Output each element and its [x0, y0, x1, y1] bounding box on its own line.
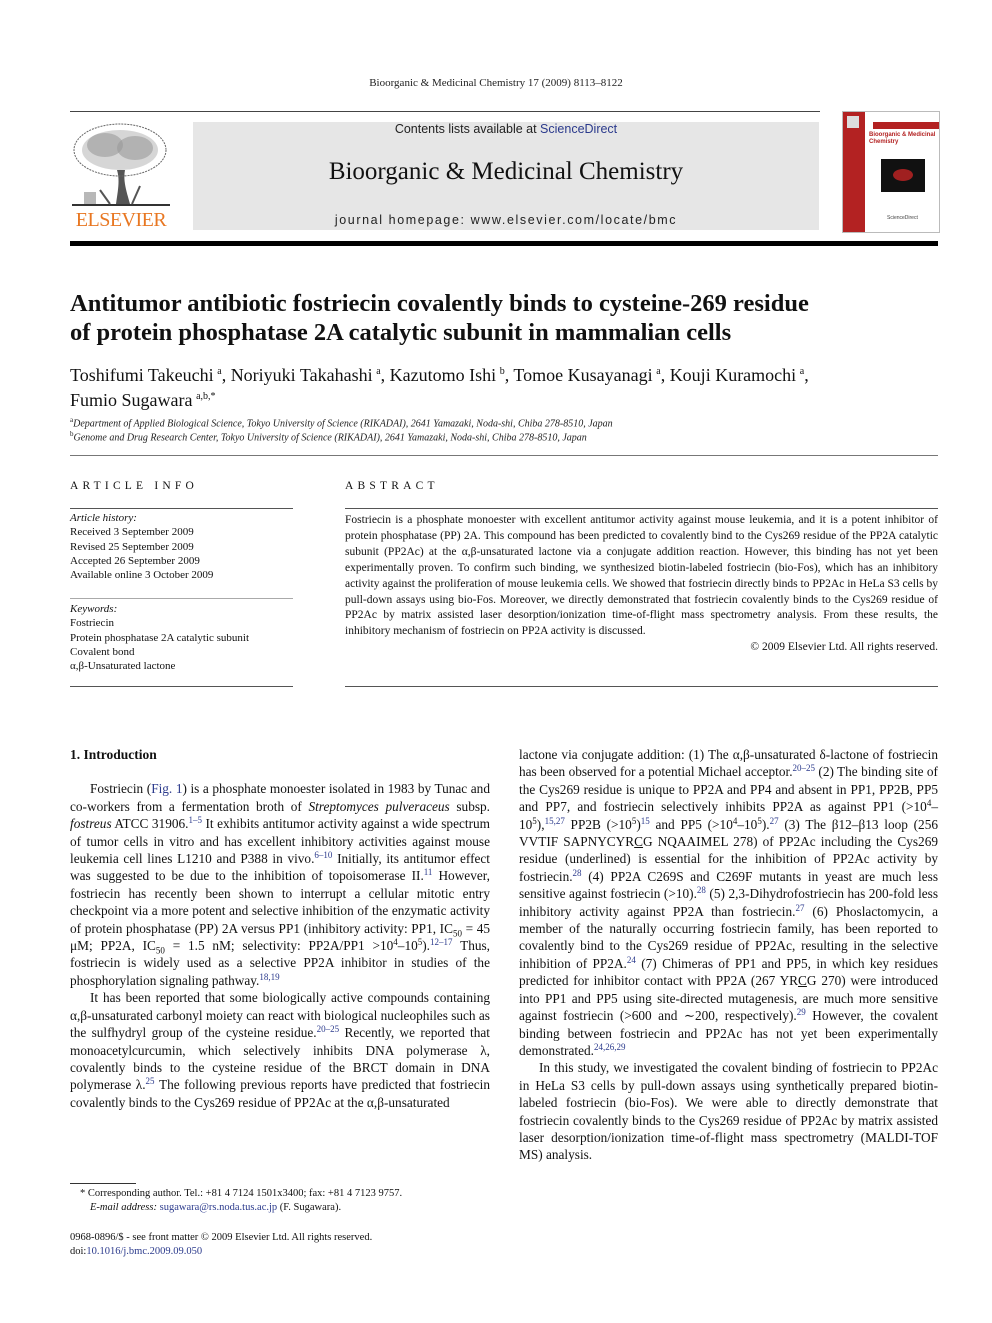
- paragraph-1: Fostriecin (Fig. 1) is a phosphate monoe…: [70, 781, 490, 988]
- keywords: Keywords: Fostriecin Protein phosphatase…: [70, 602, 300, 673]
- tree-icon: [72, 123, 170, 206]
- keyword-item: Protein phosphatase 2A catalytic subunit: [70, 631, 250, 644]
- affiliation-b: bGenome and Drug Research Center, Tokyo …: [70, 430, 587, 444]
- citation-link[interactable]: 1–5: [188, 815, 202, 825]
- section-rule: [70, 455, 938, 456]
- citation-link[interactable]: 15: [641, 816, 650, 826]
- author-affiliation-marker: a,b,*: [196, 391, 216, 402]
- abstract-heading: ABSTRACT: [345, 480, 439, 492]
- keywords-label: Keywords:: [70, 603, 118, 615]
- history-item: Revised 25 September 2009: [70, 540, 194, 553]
- cover-image: [881, 159, 925, 192]
- author-name[interactable]: Kazutomo Ishi: [390, 365, 496, 385]
- author-name[interactable]: Fumio Sugawara: [70, 390, 192, 410]
- citation-link[interactable]: 20–25: [317, 1024, 340, 1034]
- keywords-rule: [70, 598, 293, 599]
- article-info-heading: ARTICLE INFO: [70, 480, 198, 492]
- author-name[interactable]: Noriyuki Takahashi: [231, 365, 373, 385]
- citation-link[interactable]: 29: [797, 1007, 806, 1017]
- section-heading-introduction: 1. Introduction: [70, 747, 157, 762]
- footnote-text: Corresponding author. Tel.: +81 4 7124 1…: [87, 1188, 403, 1199]
- paragraph-2-continued: lactone via conjugate addition: (1) The …: [519, 747, 939, 1058]
- keyword-item: Fostriecin: [70, 617, 114, 630]
- doi-line: doi:10.1016/j.bmc.2009.09.050: [70, 1246, 203, 1257]
- citation-link[interactable]: 12–17: [430, 937, 453, 947]
- citation-link[interactable]: 15,27: [545, 816, 565, 826]
- keyword-item: α,β-Unsaturated lactone: [70, 660, 176, 673]
- front-matter: 0968-0896/$ - see front matter © 2009 El…: [70, 1231, 500, 1259]
- abstract-rule: [345, 508, 938, 509]
- elsevier-tree-icon: [847, 116, 859, 128]
- figure-1-link[interactable]: Fig. 1: [151, 781, 182, 796]
- citation-link[interactable]: 25: [146, 1076, 155, 1086]
- abstract-text: Fostriecin is a phosphate monoester with…: [345, 514, 938, 638]
- body-column-right: lactone via conjugate addition: (1) The …: [519, 746, 938, 1164]
- paragraph-2: It has been reported that some biologica…: [70, 990, 491, 1110]
- footnote: * Corresponding author. Tel.: +81 4 7124…: [80, 1188, 403, 1213]
- article-history-label: Article history:: [70, 512, 137, 524]
- abstract-bottom-rule: [345, 686, 938, 687]
- citation-link[interactable]: 28: [697, 885, 706, 895]
- history-item: Available online 3 October 2009: [70, 569, 214, 582]
- author-separator: ,: [660, 365, 670, 385]
- citation-link[interactable]: 27: [770, 816, 779, 826]
- footnote-rule: [70, 1183, 136, 1184]
- keyword-item: Covalent bond: [70, 645, 135, 658]
- citation-link[interactable]: 24: [627, 955, 636, 965]
- citation-link[interactable]: 20–25: [793, 763, 816, 773]
- header-rule: [70, 111, 820, 112]
- elsevier-wordmark: ELSEVIER: [75, 209, 167, 231]
- author-name[interactable]: Kouji Kuramochi: [670, 365, 796, 385]
- article-info-rule: [70, 508, 293, 509]
- journal-cover-thumbnail[interactable]: Bioorganic & Medicinal Chemistry Science…: [842, 111, 940, 233]
- email-link[interactable]: sugawara@rs.noda.tus.ac.jp: [160, 1202, 278, 1213]
- sciencedirect-link[interactable]: ScienceDirect: [540, 122, 617, 136]
- journal-homepage-link[interactable]: journal homepage: www.elsevier.com/locat…: [193, 213, 819, 227]
- journal-title: Bioorganic & Medicinal Chemistry: [328, 158, 684, 185]
- article-title: Antitumor antibiotic fostriecin covalent…: [70, 290, 809, 346]
- citation-link[interactable]: 24,26,29: [594, 1042, 626, 1052]
- citation-link[interactable]: 6–10: [314, 850, 332, 860]
- author-separator: ,: [221, 365, 231, 385]
- abstract-copyright: © 2009 Elsevier Ltd. All rights reserved…: [750, 641, 938, 654]
- cover-stripe: [843, 112, 865, 232]
- doi-link[interactable]: 10.1016/j.bmc.2009.09.050: [86, 1246, 202, 1257]
- cover-sciencedirect: ScienceDirect: [887, 215, 918, 221]
- citation-link[interactable]: 18,19: [259, 972, 279, 982]
- citation-link[interactable]: 28: [573, 868, 582, 878]
- author-list: Toshifumi Takeuchi a, Noriyuki Takahashi…: [70, 361, 930, 411]
- cover-top-bar: [873, 122, 939, 129]
- running-head: Bioorganic & Medicinal Chemistry 17 (200…: [369, 77, 623, 89]
- abstract-body: Fostriecin is a phosphate monoester with…: [345, 513, 938, 656]
- history-item: Accepted 26 September 2009: [70, 554, 200, 567]
- email-label: E-mail address:: [90, 1202, 157, 1213]
- affiliation-a: aDepartment of Applied Biological Scienc…: [70, 416, 613, 430]
- author-name[interactable]: Toshifumi Takeuchi: [70, 365, 214, 385]
- author-name[interactable]: Tomoe Kusayanagi: [513, 365, 652, 385]
- cover-title: Bioorganic & Medicinal Chemistry: [869, 132, 936, 145]
- contents-line: Contents lists available at ScienceDirec…: [394, 122, 618, 136]
- article-info-bottom-rule: [70, 686, 293, 687]
- author-separator: ,: [804, 365, 809, 385]
- masthead-rule: [70, 241, 938, 246]
- journal-banner: Contents lists available at ScienceDirec…: [193, 122, 819, 230]
- body-column-left: 1. Introduction Fostriecin (Fig. 1) is a…: [70, 746, 490, 1111]
- history-item: Received 3 September 2009: [70, 526, 194, 539]
- article-history: Article history: Received 3 September 20…: [70, 511, 300, 582]
- paragraph-3: In this study, we investigated the coval…: [519, 1060, 938, 1163]
- footnote-marker: *: [80, 1188, 86, 1199]
- issn-line: 0968-0896/$ - see front matter © 2009 El…: [70, 1232, 373, 1243]
- author-separator: ,: [380, 365, 390, 385]
- elsevier-logo[interactable]: ELSEVIER: [70, 120, 172, 232]
